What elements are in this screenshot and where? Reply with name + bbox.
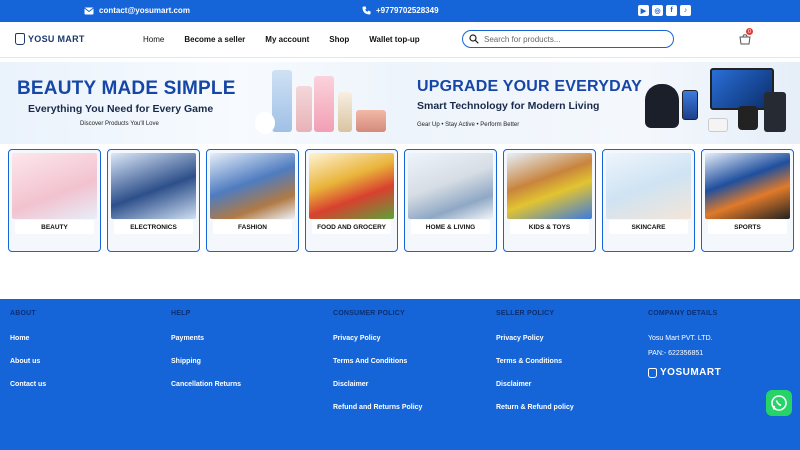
banner-tagline: Discover Products You'll Love (80, 121, 159, 127)
cart-icon (739, 34, 751, 45)
footer-link-cancellation-returns[interactable]: Cancellation Returns (171, 381, 241, 388)
shopping-bag-icon (648, 367, 657, 378)
footer-link-refund-policy[interactable]: Refund and Returns Policy (333, 404, 422, 411)
category-card-sports[interactable]: SPORTS (701, 149, 794, 252)
footer-link-seller-disclaimer[interactable]: Disclaimer (496, 381, 574, 388)
beauty-banner[interactable]: BEAUTY MADE SIMPLE Everything You Need f… (0, 62, 400, 144)
electronics-banner[interactable]: UPGRADE YOUR EVERYDAY Smart Technology f… (400, 62, 800, 144)
logo-text: YOSU MART (28, 34, 85, 44)
footer-heading: SELLER POLICY (496, 310, 555, 317)
footer-consumer-policy: CONSUMER POLICY Privacy Policy Terms And… (333, 310, 422, 427)
category-label: HOME & LIVING (425, 224, 476, 231)
youtube-icon[interactable]: ▶ (638, 5, 649, 16)
nav-item-become-seller[interactable]: Become a seller (184, 35, 245, 44)
category-label: BEAUTY (41, 224, 68, 231)
company-name: Yosu Mart PVT. LTD. (648, 335, 713, 342)
category-label: FASHION (238, 224, 267, 231)
main-nav: YOSU MART Home Become a seller My accoun… (0, 22, 800, 58)
email-icon (84, 7, 94, 14)
banner-title: UPGRADE YOUR EVERYDAY (417, 78, 642, 95)
footer-about: ABOUT Home About us Contact us (10, 310, 46, 404)
category-image (507, 153, 592, 219)
footer-link-seller-terms[interactable]: Terms & Conditions (496, 358, 574, 365)
social-links: ▶ ◎ f ♪ (638, 5, 691, 16)
instagram-icon[interactable]: ◎ (652, 5, 663, 16)
footer-link-terms[interactable]: Terms And Conditions (333, 358, 422, 365)
search-icon[interactable] (469, 34, 479, 44)
category-image (408, 153, 493, 219)
category-card-fashion[interactable]: FASHION (206, 149, 299, 252)
tiktok-icon[interactable]: ♪ (680, 5, 691, 16)
footer-link-seller-refund[interactable]: Return & Refund policy (496, 404, 574, 411)
footer-link-shipping[interactable]: Shipping (171, 358, 241, 365)
phone-text: +9779702528349 (376, 6, 439, 15)
footer-seller-policy: SELLER POLICY Privacy Policy Terms & Con… (496, 310, 574, 427)
footer-link-privacy-policy[interactable]: Privacy Policy (333, 335, 422, 342)
category-card-home-living[interactable]: HOME & LIVING (404, 149, 497, 252)
category-grid: BEAUTY ELECTRONICS FASHION FOOD AND GROC… (8, 149, 794, 252)
nav-item-my-account[interactable]: My account (265, 35, 309, 44)
shopping-bag-icon (15, 33, 25, 45)
category-image (309, 153, 394, 219)
category-image (606, 153, 691, 219)
footer-heading: HELP (171, 310, 191, 317)
company-pan: PAN:- 622356851 (648, 350, 704, 357)
nav-item-home[interactable]: Home (143, 35, 164, 44)
category-image (12, 153, 97, 219)
category-card-beauty[interactable]: BEAUTY (8, 149, 101, 252)
footer-logo-text: YOSUMART (660, 367, 722, 378)
category-card-food-grocery[interactable]: FOOD AND GROCERY (305, 149, 398, 252)
contact-phone[interactable]: +9779702528349 (362, 6, 439, 15)
banner-subtitle: Smart Technology for Modern Living (417, 100, 600, 112)
footer-link-seller-privacy[interactable]: Privacy Policy (496, 335, 574, 342)
search-bar (462, 30, 674, 48)
banner-tagline: Gear Up • Stay Active • Perform Better (417, 122, 520, 128)
category-image (705, 153, 790, 219)
phone-icon (362, 6, 371, 15)
cart-count-badge: 0 (746, 28, 753, 35)
whatsapp-icon (771, 395, 787, 411)
email-text: contact@yosumart.com (99, 6, 190, 15)
footer-logo[interactable]: YOSUMART (648, 367, 721, 378)
footer-help: HELP Payments Shipping Cancellation Retu… (171, 310, 241, 404)
footer-link-about-us[interactable]: About us (10, 358, 46, 365)
site-logo[interactable]: YOSU MART (15, 33, 85, 45)
whatsapp-chat-button[interactable] (766, 390, 792, 416)
footer-link-payments[interactable]: Payments (171, 335, 241, 342)
category-label: KIDS & TOYS (528, 224, 571, 231)
category-label: SPORTS (734, 224, 761, 231)
banner-subtitle: Everything You Need for Every Game (28, 103, 214, 115)
facebook-icon[interactable]: f (666, 5, 677, 16)
category-card-electronics[interactable]: ELECTRONICS (107, 149, 200, 252)
category-label: FOOD AND GROCERY (317, 224, 386, 231)
category-label: SKINCARE (631, 224, 666, 231)
category-image (210, 153, 295, 219)
category-label: ELECTRONICS (130, 224, 177, 231)
footer-link-home[interactable]: Home (10, 335, 46, 342)
nav-item-wallet-topup[interactable]: Wallet top-up (369, 35, 419, 44)
search-input[interactable] (484, 34, 654, 44)
cart-button[interactable]: 0 (739, 28, 753, 45)
nav-item-shop[interactable]: Shop (329, 35, 349, 44)
category-card-skincare[interactable]: SKINCARE (602, 149, 695, 252)
footer-heading: COMPANY DETAILS (648, 310, 718, 317)
footer-company-details: COMPANY DETAILS Yosu Mart PVT. LTD. PAN:… (648, 310, 721, 378)
contact-email[interactable]: contact@yosumart.com (84, 6, 190, 15)
footer-heading: CONSUMER POLICY (333, 310, 405, 317)
footer-link-disclaimer[interactable]: Disclaimer (333, 381, 422, 388)
category-image (111, 153, 196, 219)
category-card-kids-toys[interactable]: KIDS & TOYS (503, 149, 596, 252)
top-bar: contact@yosumart.com +9779702528349 ▶ ◎ … (0, 0, 800, 22)
nav-menu: Home Become a seller My account Shop Wal… (143, 35, 440, 44)
footer-link-contact-us[interactable]: Contact us (10, 381, 46, 388)
banner-title: BEAUTY MADE SIMPLE (17, 78, 236, 99)
site-footer: ABOUT Home About us Contact us HELP Paym… (0, 299, 800, 450)
footer-heading: ABOUT (10, 310, 36, 317)
hero-banners: BEAUTY MADE SIMPLE Everything You Need f… (0, 62, 800, 144)
